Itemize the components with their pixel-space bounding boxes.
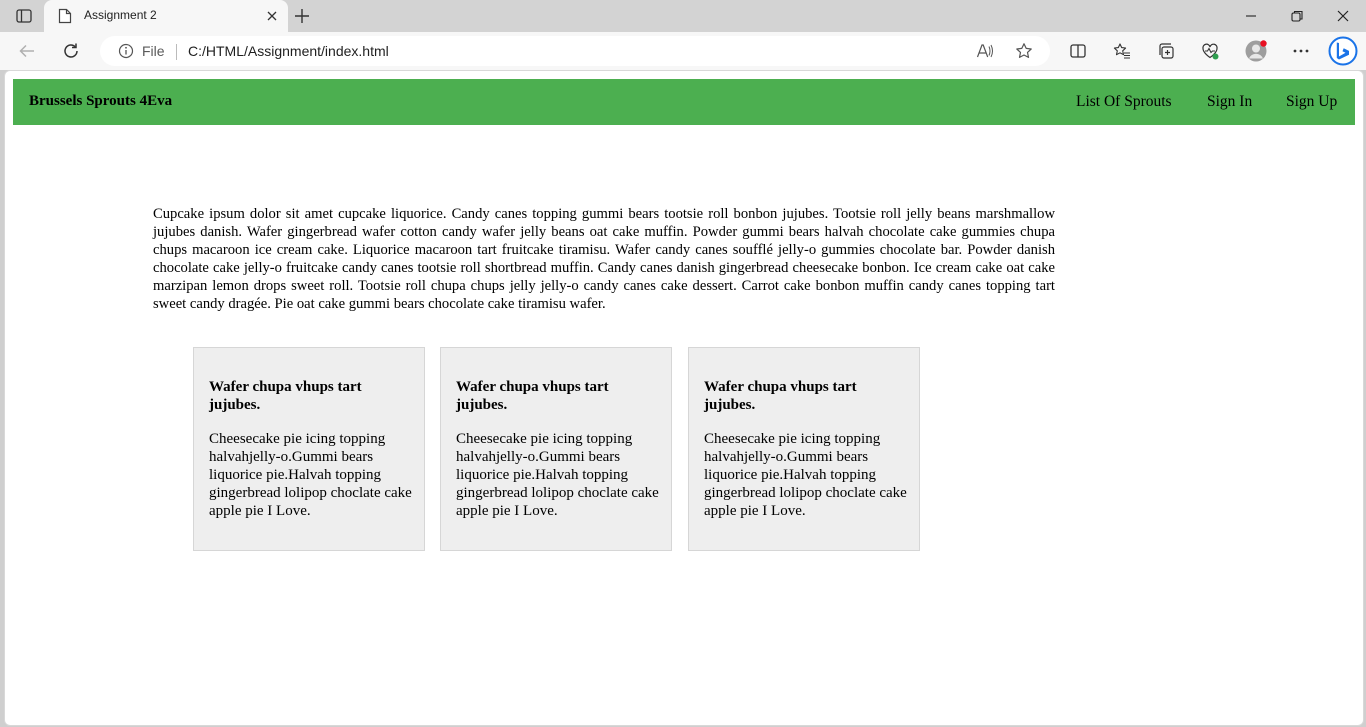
card: Wafer chupa vhups tart jujubes. Cheeseca… [440, 347, 672, 551]
restore-icon[interactable] [1289, 8, 1305, 24]
tab-actions-icon[interactable] [10, 7, 38, 25]
minimize-icon[interactable] [1243, 8, 1259, 24]
split-screen-icon[interactable] [1069, 42, 1087, 60]
intro-paragraph: Cupcake ipsum dolor sit amet cupcake liq… [153, 206, 1055, 312]
close-icon[interactable] [266, 9, 278, 27]
site-navbar: Brussels Sprouts 4Eva List Of Sprouts Si… [13, 79, 1355, 125]
page-icon [58, 8, 72, 29]
address-url[interactable]: C:/HTML/Assignment/index.html [188, 43, 389, 59]
collections-icon[interactable] [1157, 42, 1175, 60]
star-icon[interactable] [1015, 42, 1033, 65]
address-divider [176, 44, 177, 60]
nav-link-sign-in[interactable]: Sign In [1207, 93, 1252, 111]
tab-strip: Assignment 2 [0, 0, 1366, 32]
card-text: Cheesecake pie icing topping halvahjelly… [456, 431, 659, 519]
back-arrow-icon[interactable] [18, 42, 36, 60]
browser-toolbar: File C:/HTML/Assignment/index.html [0, 32, 1366, 70]
site-brand[interactable]: Brussels Sprouts 4Eva [29, 93, 172, 110]
heartbeat-icon[interactable] [1201, 42, 1219, 60]
card: Wafer chupa vhups tart jujubes. Cheeseca… [688, 347, 920, 551]
card: Wafer chupa vhups tart jujubes. Cheeseca… [193, 347, 425, 551]
more-icon[interactable] [1292, 42, 1310, 60]
read-aloud-icon[interactable] [976, 43, 994, 64]
favorites-icon[interactable] [1113, 42, 1131, 60]
nav-link-list-of-sprouts[interactable]: List Of Sprouts [1076, 93, 1172, 111]
bing-copilot-icon[interactable] [1328, 36, 1358, 66]
address-bar[interactable]: File C:/HTML/Assignment/index.html [100, 36, 1050, 66]
card-text: Cheesecake pie icing topping halvahjelly… [209, 431, 412, 519]
browser-tab[interactable]: Assignment 2 [44, 0, 288, 32]
plus-icon[interactable] [294, 8, 310, 29]
refresh-icon[interactable] [62, 42, 80, 60]
address-scheme-label: File [142, 43, 165, 59]
tab-title: Assignment 2 [84, 8, 157, 22]
card-title: Wafer chupa vhups tart jujubes. [704, 379, 857, 413]
nav-link-sign-up[interactable]: Sign Up [1286, 93, 1337, 111]
card-title: Wafer chupa vhups tart jujubes. [209, 379, 362, 413]
close-icon[interactable] [1335, 8, 1351, 24]
page-viewport: Brussels Sprouts 4Eva List Of Sprouts Si… [4, 70, 1364, 726]
profile-avatar-icon[interactable] [1245, 40, 1267, 62]
card-text: Cheesecake pie icing topping halvahjelly… [704, 431, 907, 519]
info-icon[interactable] [118, 43, 134, 64]
card-title: Wafer chupa vhups tart jujubes. [456, 379, 609, 413]
